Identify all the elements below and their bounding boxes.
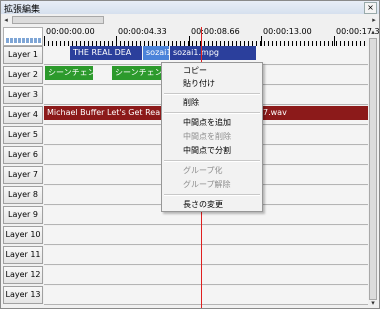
menu-item-delete-midpoint: 中間点を削除 bbox=[183, 132, 231, 141]
menu-item-ungroup: グループ解除 bbox=[183, 180, 231, 189]
menu-separator bbox=[164, 160, 260, 162]
menu-separator bbox=[164, 194, 260, 196]
context-menu: コピー 貼り付け 削除 中間点を追加 中間点を削除 中間点で分割 グループ化 グ… bbox=[161, 62, 263, 212]
extended-edit-window: 拡張編集 × ◂ ▸ 00:00:00.00 00:00:04.33 00:00… bbox=[0, 0, 380, 309]
menu-separator bbox=[164, 93, 260, 95]
layer-row-11[interactable] bbox=[44, 246, 368, 265]
menu-item-add-midpoint[interactable]: 中間点を追加 bbox=[183, 118, 231, 128]
layer-row-13[interactable] bbox=[44, 286, 368, 305]
layer-button-10[interactable]: Layer 10 bbox=[3, 226, 43, 244]
audio-object[interactable]: Michael Buffer Let's Get Rea bbox=[44, 106, 162, 120]
layer-button-1[interactable]: Layer 1 bbox=[3, 46, 43, 64]
layer-row-12[interactable] bbox=[44, 266, 368, 285]
ruler-time-label: 00:00:08.66 bbox=[191, 27, 240, 36]
zoom-level-indicator[interactable] bbox=[3, 27, 43, 46]
ruler-time-label: 00:00:13.00 bbox=[263, 27, 312, 36]
layer-button-13[interactable]: Layer 13 bbox=[3, 286, 43, 304]
media-object-selected[interactable]: sozai1.mpg bbox=[143, 46, 169, 60]
media-object[interactable]: sozai1.mpg bbox=[170, 46, 256, 60]
menu-item-copy[interactable]: コピー bbox=[183, 66, 207, 76]
title-bar: 拡張編集 × bbox=[1, 1, 379, 15]
zoom-bars-icon bbox=[6, 38, 41, 43]
menu-item-group: グループ化 bbox=[183, 166, 223, 175]
layer-button-11[interactable]: Layer 11 bbox=[3, 246, 43, 264]
layer-button-9[interactable]: Layer 9 bbox=[3, 206, 43, 224]
menu-item-split-midpoint[interactable]: 中間点で分割 bbox=[183, 146, 231, 156]
layer-button-3[interactable]: Layer 3 bbox=[3, 86, 43, 104]
vertical-scrollbar[interactable]: ▴ ▾ bbox=[368, 27, 378, 308]
audio-object-tail[interactable]: 7.wav bbox=[260, 106, 368, 120]
layer-button-6[interactable]: Layer 6 bbox=[3, 146, 43, 164]
menu-item-paste[interactable]: 貼り付け bbox=[183, 79, 215, 89]
close-button[interactable]: × bbox=[364, 2, 377, 14]
ruler-time-label: 00:00:04.33 bbox=[118, 27, 167, 36]
scroll-up-icon[interactable]: ▴ bbox=[368, 27, 378, 37]
layer-row-10[interactable] bbox=[44, 226, 368, 245]
layer-button-5[interactable]: Layer 5 bbox=[3, 126, 43, 144]
layer-button-4[interactable]: Layer 4 bbox=[3, 106, 43, 124]
ruler-time-label: 00:00:00.00 bbox=[46, 27, 95, 36]
menu-separator bbox=[164, 112, 260, 114]
scroll-down-icon[interactable]: ▾ bbox=[368, 298, 378, 308]
scroll-right-icon[interactable]: ▸ bbox=[369, 15, 379, 25]
menu-item-change-length[interactable]: 長さの変更 bbox=[183, 200, 223, 210]
video-object[interactable]: THE REAL DEA bbox=[70, 46, 142, 60]
vertical-scroll-thumb[interactable] bbox=[369, 38, 377, 300]
layer-button-12[interactable]: Layer 12 bbox=[3, 266, 43, 284]
scene-change-object[interactable]: シーンチェン bbox=[112, 66, 162, 80]
horizontal-scroll-thumb[interactable] bbox=[12, 16, 104, 24]
scroll-left-icon[interactable]: ◂ bbox=[1, 15, 11, 25]
menu-item-delete[interactable]: 削除 bbox=[183, 98, 199, 108]
layer-button-8[interactable]: Layer 8 bbox=[3, 186, 43, 204]
layer-button-7[interactable]: Layer 7 bbox=[3, 166, 43, 184]
horizontal-scrollbar[interactable]: ◂ ▸ bbox=[1, 15, 379, 25]
scene-change-object[interactable]: シーンチェン bbox=[45, 66, 93, 80]
window-title: 拡張編集 bbox=[4, 5, 41, 15]
layer-button-2[interactable]: Layer 2 bbox=[3, 66, 43, 84]
